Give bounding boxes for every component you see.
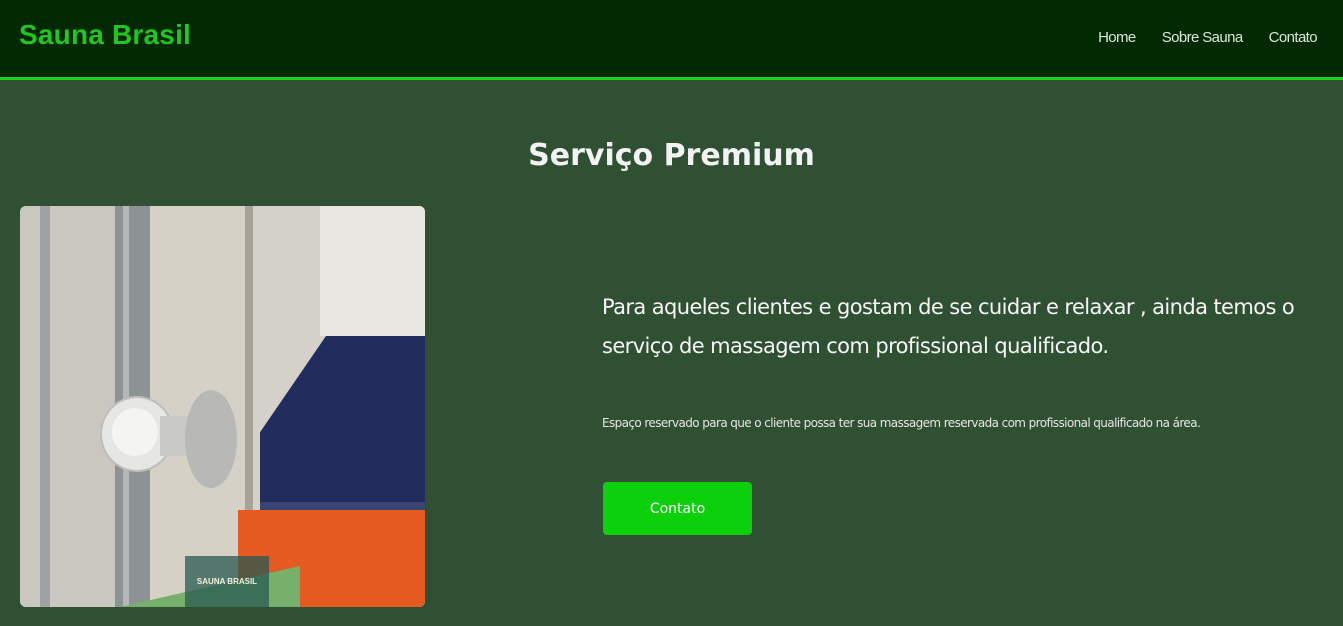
main-nav: Home Sobre Sauna Contato [1098,29,1318,46]
nav-contato-link[interactable]: Contato [1269,29,1318,46]
massage-room-photo: SAUNA BRASIL [20,206,425,607]
photo-watermark-logo: SAUNA BRASIL [185,556,269,607]
contact-button[interactable]: Contato [603,482,752,535]
watermark-text: SAUNA BRASIL [196,577,258,586]
nav-sobre-sauna-link[interactable]: Sobre Sauna [1162,29,1244,46]
service-description: Espaço reservado para que o cliente poss… [602,416,1201,430]
nav-home-link[interactable]: Home [1098,29,1136,46]
brand-logo[interactable]: Sauna Brasil [19,19,191,51]
door-knob-icon [185,390,237,488]
service-headline: Para aqueles clientes e gostam de se cui… [602,295,1295,358]
page-title: Serviço Premium [528,137,815,173]
site-header: Sauna Brasil Home Sobre Sauna Contato [0,0,1343,80]
